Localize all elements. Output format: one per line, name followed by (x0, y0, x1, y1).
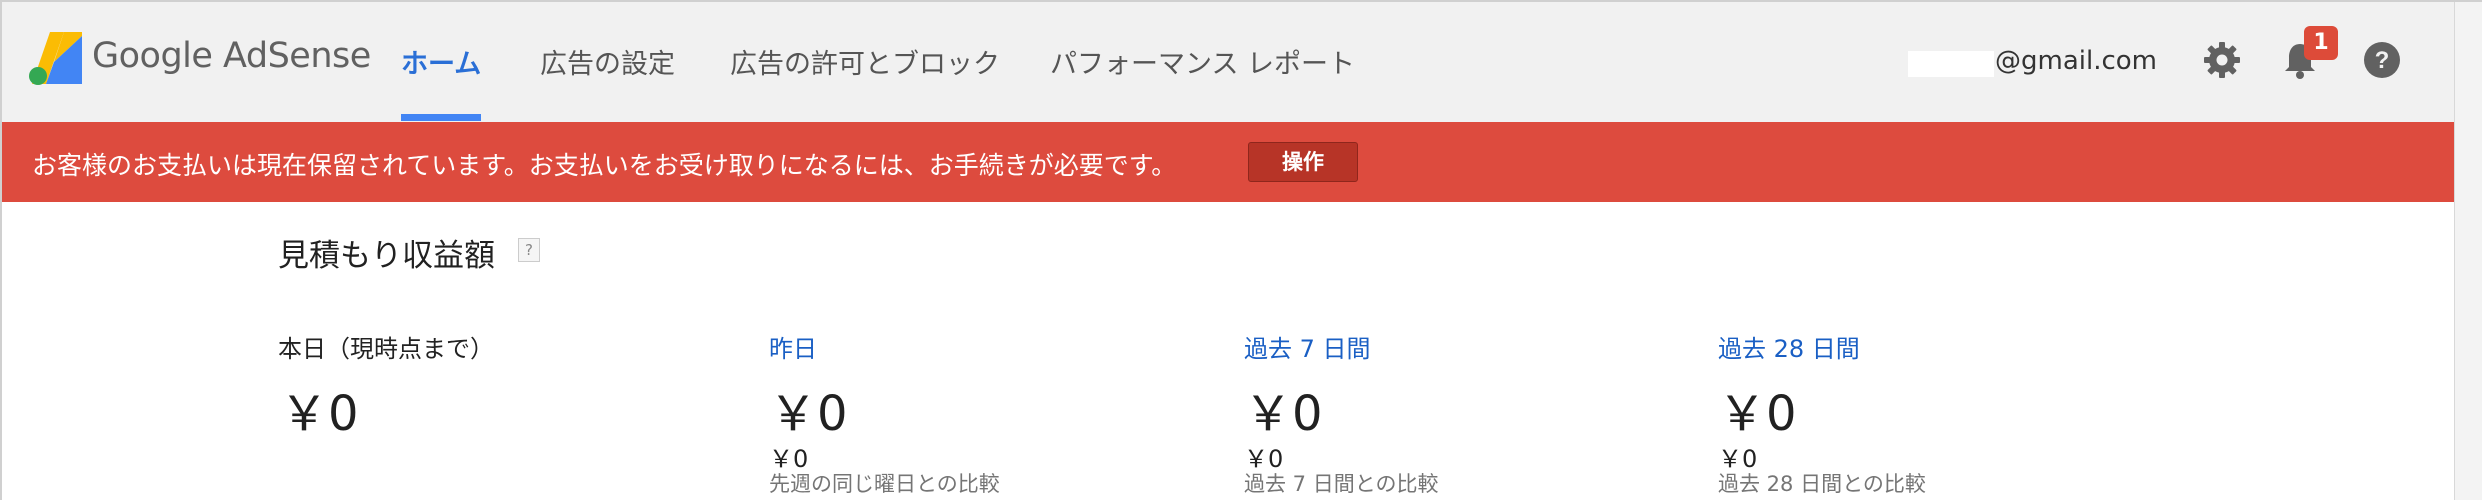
metric-last-7-days-value: ￥0 (1244, 386, 1323, 442)
tab-ad-settings[interactable]: 広告の設定 (540, 42, 675, 81)
metric-last-28-days-label[interactable]: 過去 28 日間 (1718, 329, 1860, 364)
svg-text:?: ? (2375, 47, 2390, 74)
metric-yesterday-value: ￥0 (769, 386, 848, 442)
metric-today-value: ￥0 (280, 386, 359, 442)
metric-yesterday-label[interactable]: 昨日 (769, 329, 817, 364)
payment-hold-alert: お客様のお支払いは現在保留されています。お支払いをお受け取りになるには、お手続き… (2, 122, 2454, 202)
alert-message: お客様のお支払いは現在保留されています。お支払いをお受け取りになるには、お手続き… (32, 151, 1177, 180)
tab-home[interactable]: ホーム (401, 42, 481, 81)
metric-last-7-days-label[interactable]: 過去 7 日間 (1244, 329, 1371, 364)
metric-yesterday-compare-note: 先週の同じ曜日との比較 (769, 472, 1000, 496)
redacted-email-mask (1908, 51, 1994, 77)
estimated-earnings-title: 見積もり収益額 (278, 238, 495, 274)
notification-count-badge[interactable]: 1 (2304, 26, 2338, 60)
metric-last-7-days-compare-note: 過去 7 日間との比較 (1244, 472, 1439, 496)
adsense-page: Google AdSense ホーム 広告の設定 広告の許可とブロック パフォー… (0, 0, 2482, 500)
active-tab-indicator (401, 114, 481, 121)
metric-last-28-days-compare-note: 過去 28 日間との比較 (1718, 472, 1926, 496)
top-header: Google AdSense ホーム 広告の設定 広告の許可とブロック パフォー… (2, 2, 2454, 123)
adsense-logo-icon[interactable] (28, 32, 84, 86)
account-email[interactable]: @gmail.com (1995, 46, 2157, 76)
tab-allow-and-block-ads[interactable]: 広告の許可とブロック (730, 42, 1000, 81)
vertical-scrollbar[interactable] (2454, 2, 2482, 500)
earnings-help-icon[interactable]: ? (518, 238, 540, 262)
metric-today-label: 本日（現時点まで） (278, 335, 494, 363)
metric-last-28-days-value: ￥0 (1718, 386, 1797, 442)
alert-action-button[interactable]: 操作 (1248, 142, 1358, 182)
gear-icon[interactable] (2202, 40, 2242, 80)
help-icon[interactable]: ? (2362, 40, 2402, 80)
brand-name: Google AdSense (92, 36, 371, 76)
tab-performance-reports[interactable]: パフォーマンス レポート (1050, 42, 1355, 81)
